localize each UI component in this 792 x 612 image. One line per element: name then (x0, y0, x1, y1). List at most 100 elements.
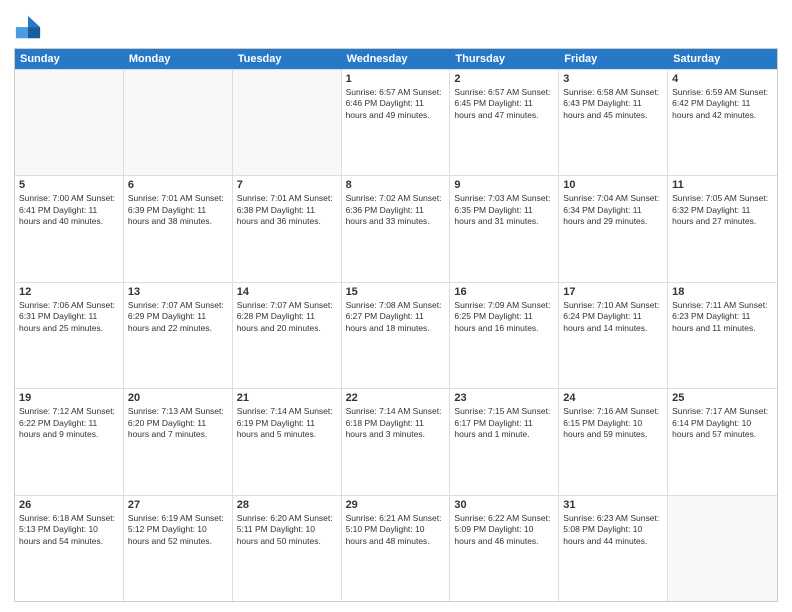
cell-info: Sunrise: 7:07 AM Sunset: 6:29 PM Dayligh… (128, 300, 228, 334)
day-number: 13 (128, 286, 228, 298)
cell-info: Sunrise: 7:04 AM Sunset: 6:34 PM Dayligh… (563, 193, 663, 227)
day-number: 28 (237, 499, 337, 511)
calendar-cell: 24Sunrise: 7:16 AM Sunset: 6:15 PM Dayli… (559, 389, 668, 494)
calendar-row: 12 Sunrise: 7:06 AM Sunset: 6:31 PM Dayli… (15, 282, 777, 388)
calendar-body: 1 Sunrise: 6:57 AM Sunset: 6:46 PM Daylig… (15, 69, 777, 601)
calendar-row: 26 Sunrise: 6:18 AM Sunset: 5:13 PM Dayli… (15, 495, 777, 601)
day-number: 6 (128, 179, 228, 191)
day-number: 1 (346, 73, 446, 85)
calendar-cell: 5Sunrise: 7:00 AM Sunset: 6:41 PM Daylig… (15, 176, 124, 281)
calendar-cell: 10Sunrise: 7:04 AM Sunset: 6:34 PM Dayli… (559, 176, 668, 281)
cell-info: Sunrise: 7:15 AM Sunset: 6:17 PM Dayligh… (454, 406, 554, 440)
weekday-header: Sunday (15, 49, 124, 69)
cell-info: Sunrise: 7:06 AM Sunset: 6:31 PM Dayligh… (19, 300, 119, 334)
cell-info: Sunrise: 7:17 AM Sunset: 6:14 PM Dayligh… (672, 406, 773, 440)
cell-info: Sunrise: 7:00 AM Sunset: 6:41 PM Dayligh… (19, 193, 119, 227)
calendar-cell: 12 Sunrise: 7:06 AM Sunset: 6:31 PM Dayli… (15, 283, 124, 388)
cell-info: Sunrise: 7:14 AM Sunset: 6:19 PM Dayligh… (237, 406, 337, 440)
cell-info: Sunrise: 7:03 AM Sunset: 6:35 PM Dayligh… (454, 193, 554, 227)
calendar-cell: 21 Sunrise: 7:14 AM Sunset: 6:19 PM Dayli… (233, 389, 342, 494)
cell-info: Sunrise: 7:08 AM Sunset: 6:27 PM Dayligh… (346, 300, 446, 334)
calendar-cell: 3 Sunrise: 6:58 AM Sunset: 6:43 PM Daylig… (559, 70, 668, 175)
cell-info: Sunrise: 7:09 AM Sunset: 6:25 PM Dayligh… (454, 300, 554, 334)
calendar-cell: 16 Sunrise: 7:09 AM Sunset: 6:25 PM Dayli… (450, 283, 559, 388)
cell-info: Sunrise: 7:01 AM Sunset: 6:39 PM Dayligh… (128, 193, 228, 227)
cell-info: Sunrise: 7:02 AM Sunset: 6:36 PM Dayligh… (346, 193, 446, 227)
day-number: 7 (237, 179, 337, 191)
page: SundayMondayTuesdayWednesdayThursdayFrid… (0, 0, 792, 612)
day-number: 21 (237, 392, 337, 404)
weekday-header: Thursday (450, 49, 559, 69)
calendar-cell: 22Sunrise: 7:14 AM Sunset: 6:18 PM Dayli… (342, 389, 451, 494)
cell-info: Sunrise: 7:10 AM Sunset: 6:24 PM Dayligh… (563, 300, 663, 334)
calendar-cell: 18 Sunrise: 7:11 AM Sunset: 6:23 PM Dayli… (668, 283, 777, 388)
day-number: 11 (672, 179, 773, 191)
calendar-cell: 28 Sunrise: 6:20 AM Sunset: 5:11 PM Dayli… (233, 496, 342, 601)
calendar-cell: 14 Sunrise: 7:07 AM Sunset: 6:28 PM Dayli… (233, 283, 342, 388)
weekday-header: Wednesday (342, 49, 451, 69)
cell-info: Sunrise: 7:13 AM Sunset: 6:20 PM Dayligh… (128, 406, 228, 440)
calendar-header: SundayMondayTuesdayWednesdayThursdayFrid… (15, 49, 777, 69)
cell-info: Sunrise: 6:20 AM Sunset: 5:11 PM Dayligh… (237, 513, 337, 547)
weekday-header: Tuesday (233, 49, 342, 69)
cell-info: Sunrise: 6:59 AM Sunset: 6:42 PM Dayligh… (672, 87, 773, 121)
calendar: SundayMondayTuesdayWednesdayThursdayFrid… (14, 48, 778, 602)
calendar-cell: 6 Sunrise: 7:01 AM Sunset: 6:39 PM Daylig… (124, 176, 233, 281)
day-number: 30 (454, 499, 554, 511)
calendar-cell: 20 Sunrise: 7:13 AM Sunset: 6:20 PM Dayli… (124, 389, 233, 494)
day-number: 9 (454, 179, 554, 191)
calendar-cell: 29Sunrise: 6:21 AM Sunset: 5:10 PM Dayli… (342, 496, 451, 601)
cell-info: Sunrise: 7:05 AM Sunset: 6:32 PM Dayligh… (672, 193, 773, 227)
calendar-cell: 11 Sunrise: 7:05 AM Sunset: 6:32 PM Dayli… (668, 176, 777, 281)
day-number: 18 (672, 286, 773, 298)
cell-info: Sunrise: 6:57 AM Sunset: 6:46 PM Dayligh… (346, 87, 446, 121)
weekday-header: Saturday (668, 49, 777, 69)
cell-info: Sunrise: 6:22 AM Sunset: 5:09 PM Dayligh… (454, 513, 554, 547)
cell-info: Sunrise: 7:12 AM Sunset: 6:22 PM Dayligh… (19, 406, 119, 440)
cell-info: Sunrise: 6:57 AM Sunset: 6:45 PM Dayligh… (454, 87, 554, 121)
header (14, 10, 778, 42)
logo-icon (14, 14, 42, 42)
calendar-cell: 15 Sunrise: 7:08 AM Sunset: 6:27 PM Dayli… (342, 283, 451, 388)
cell-info: Sunrise: 6:18 AM Sunset: 5:13 PM Dayligh… (19, 513, 119, 547)
calendar-cell (668, 496, 777, 601)
day-number: 2 (454, 73, 554, 85)
calendar-cell: 23 Sunrise: 7:15 AM Sunset: 6:17 PM Dayli… (450, 389, 559, 494)
calendar-cell: 17 Sunrise: 7:10 AM Sunset: 6:24 PM Dayli… (559, 283, 668, 388)
day-number: 14 (237, 286, 337, 298)
day-number: 12 (19, 286, 119, 298)
day-number: 27 (128, 499, 228, 511)
cell-info: Sunrise: 7:07 AM Sunset: 6:28 PM Dayligh… (237, 300, 337, 334)
day-number: 16 (454, 286, 554, 298)
calendar-row: 19 Sunrise: 7:12 AM Sunset: 6:22 PM Dayli… (15, 388, 777, 494)
day-number: 19 (19, 392, 119, 404)
day-number: 29 (346, 499, 446, 511)
calendar-cell: 7Sunrise: 7:01 AM Sunset: 6:38 PM Daylig… (233, 176, 342, 281)
calendar-cell: 30 Sunrise: 6:22 AM Sunset: 5:09 PM Dayli… (450, 496, 559, 601)
day-number: 23 (454, 392, 554, 404)
calendar-cell: 4Sunrise: 6:59 AM Sunset: 6:42 PM Daylig… (668, 70, 777, 175)
cell-info: Sunrise: 6:23 AM Sunset: 5:08 PM Dayligh… (563, 513, 663, 547)
calendar-row: 1 Sunrise: 6:57 AM Sunset: 6:46 PM Daylig… (15, 69, 777, 175)
day-number: 24 (563, 392, 663, 404)
calendar-row: 5Sunrise: 7:00 AM Sunset: 6:41 PM Daylig… (15, 175, 777, 281)
calendar-cell: 8 Sunrise: 7:02 AM Sunset: 6:36 PM Daylig… (342, 176, 451, 281)
weekday-header: Friday (559, 49, 668, 69)
calendar-cell: 25Sunrise: 7:17 AM Sunset: 6:14 PM Dayli… (668, 389, 777, 494)
day-number: 15 (346, 286, 446, 298)
calendar-cell: 26 Sunrise: 6:18 AM Sunset: 5:13 PM Dayli… (15, 496, 124, 601)
day-number: 17 (563, 286, 663, 298)
calendar-cell: 13 Sunrise: 7:07 AM Sunset: 6:29 PM Dayli… (124, 283, 233, 388)
day-number: 22 (346, 392, 446, 404)
cell-info: Sunrise: 7:11 AM Sunset: 6:23 PM Dayligh… (672, 300, 773, 334)
day-number: 31 (563, 499, 663, 511)
day-number: 8 (346, 179, 446, 191)
day-number: 20 (128, 392, 228, 404)
calendar-cell: 31 Sunrise: 6:23 AM Sunset: 5:08 PM Dayli… (559, 496, 668, 601)
day-number: 26 (19, 499, 119, 511)
cell-info: Sunrise: 6:58 AM Sunset: 6:43 PM Dayligh… (563, 87, 663, 121)
calendar-cell: 2 Sunrise: 6:57 AM Sunset: 6:45 PM Daylig… (450, 70, 559, 175)
calendar-cell: 19 Sunrise: 7:12 AM Sunset: 6:22 PM Dayli… (15, 389, 124, 494)
day-number: 3 (563, 73, 663, 85)
cell-info: Sunrise: 6:19 AM Sunset: 5:12 PM Dayligh… (128, 513, 228, 547)
